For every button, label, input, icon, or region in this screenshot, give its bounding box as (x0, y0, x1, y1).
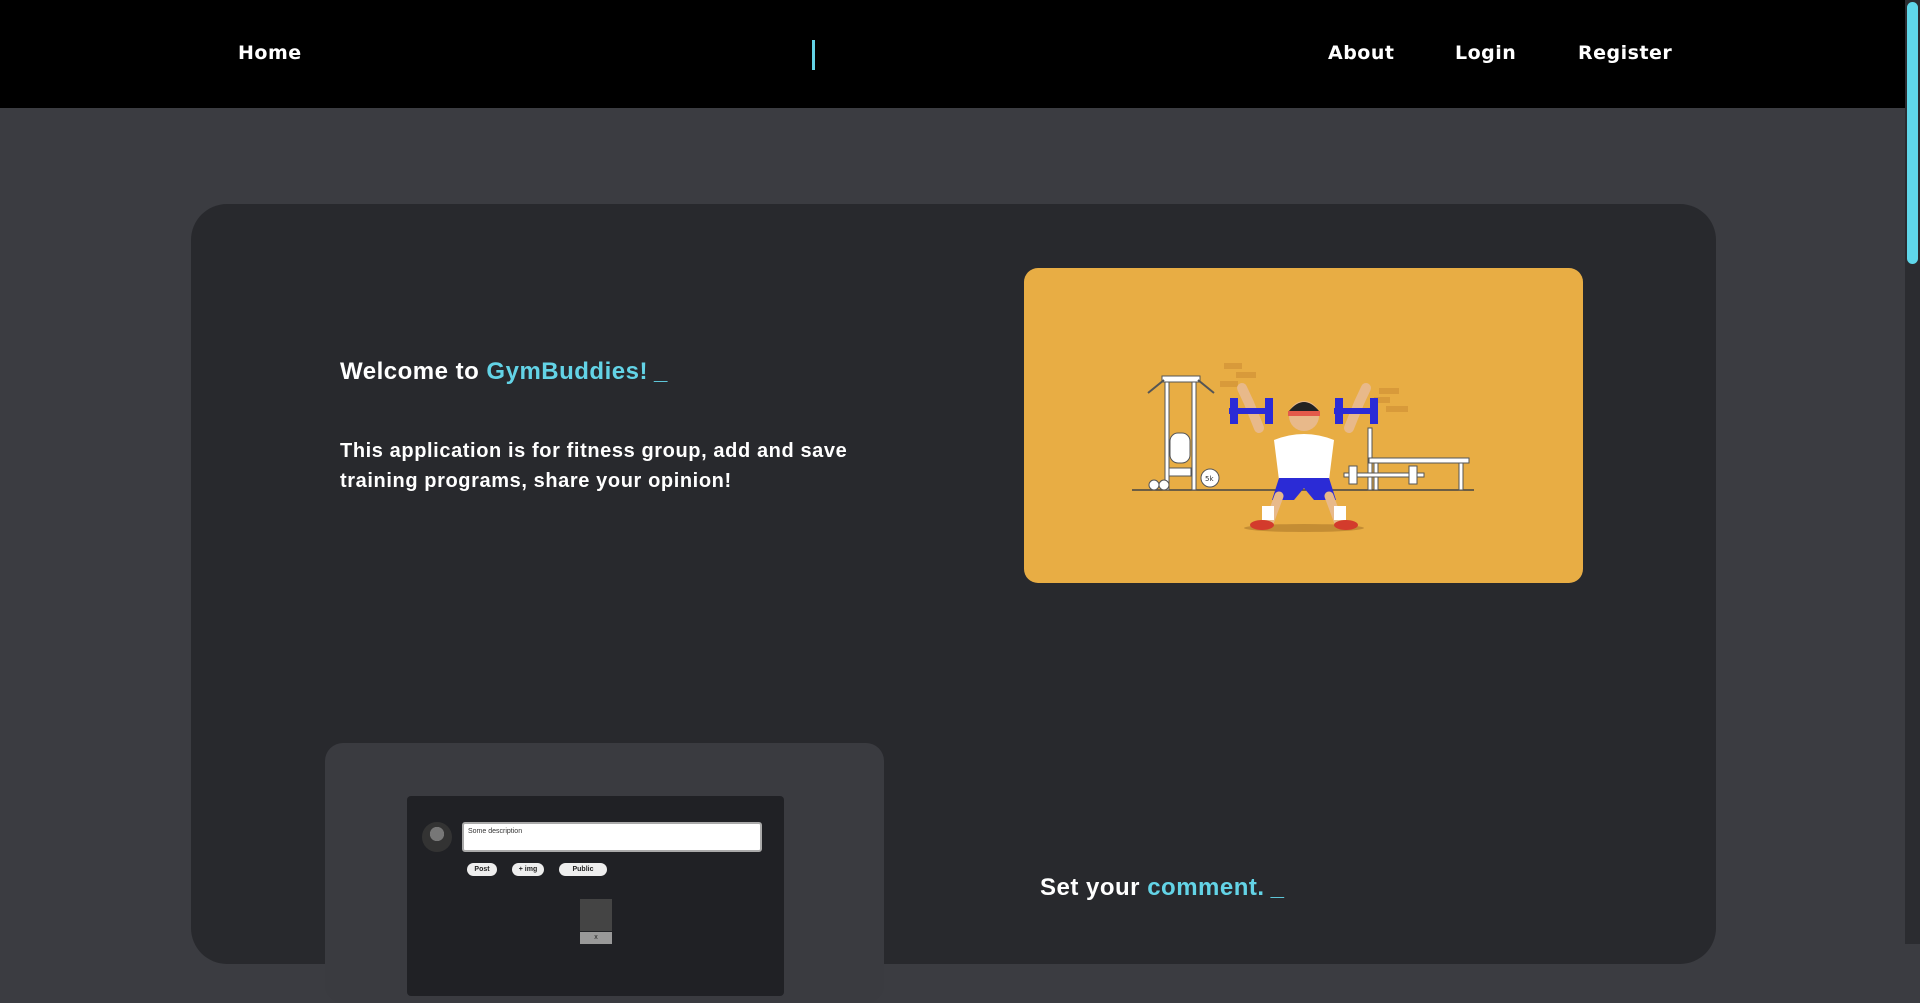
post-button[interactable]: Post (467, 863, 497, 876)
nav-login-link[interactable]: Login (1455, 42, 1516, 64)
avatar (422, 822, 452, 852)
welcome-prefix: Welcome to (340, 358, 487, 385)
comment-prefix: Set your (1040, 874, 1148, 901)
svg-text:5k: 5k (1205, 475, 1214, 483)
remove-image-button[interactable]: x (580, 932, 612, 944)
nav-register-link[interactable]: Register (1578, 42, 1672, 64)
comment-accent: comment. (1147, 874, 1265, 901)
add-image-button[interactable]: + img (512, 863, 544, 876)
nav-about-link[interactable]: About (1328, 42, 1394, 64)
comment-section-heading: Set your comment. _ (1040, 874, 1284, 902)
image-thumbnail (580, 899, 612, 931)
page-scrollbar[interactable] (1905, 0, 1920, 944)
brand-name: GymBuddies! (486, 358, 648, 385)
typing-cursor: _ (653, 358, 668, 385)
top-navbar: Home About Login Register (0, 0, 1905, 108)
welcome-description: This application is for fitness group, a… (340, 440, 848, 492)
weightlifter-illustration: 5k (1132, 363, 1474, 532)
nav-active-indicator (812, 40, 815, 70)
hero-illustration: 5k (1024, 268, 1583, 583)
typing-cursor: _ (1270, 874, 1285, 901)
scrollbar-thumb[interactable] (1907, 2, 1918, 264)
visibility-select[interactable]: Public (559, 863, 607, 876)
nav-home-link[interactable]: Home (238, 42, 302, 64)
post-description-input[interactable]: Some description (462, 822, 762, 852)
feature-preview-card: Some description Post + img Public x (325, 743, 884, 1003)
post-composer-screenshot: Some description Post + img Public x (407, 796, 784, 996)
welcome-heading: Welcome to GymBuddies! _ (340, 358, 668, 386)
